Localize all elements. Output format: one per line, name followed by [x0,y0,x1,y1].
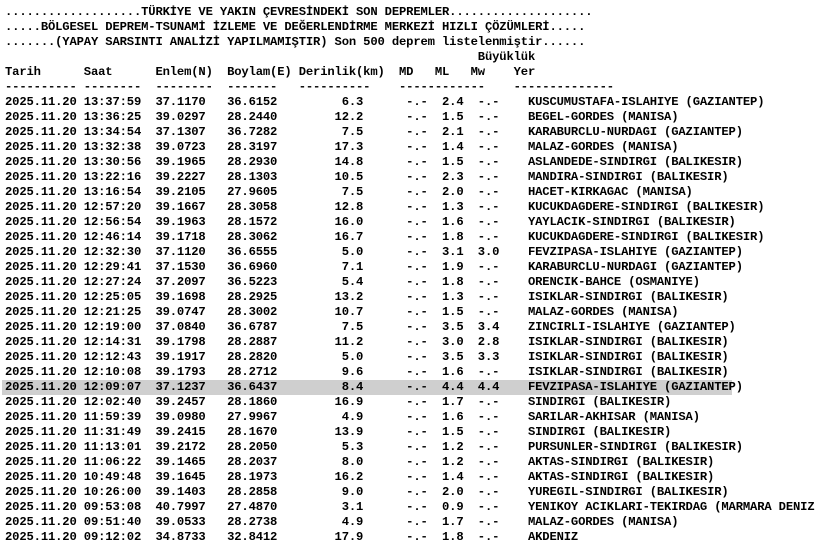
table-row: 2025.11.20 13:36:25 39.0297 28.2440 12.2… [5,110,679,124]
table-row: 2025.11.20 13:32:38 39.0723 28.3197 17.3… [5,140,679,154]
table-row: 2025.11.20 12:14:31 39.1798 28.2887 11.2… [5,335,729,349]
table-row: 2025.11.20 12:12:43 39.1917 28.2820 5.0 … [5,350,729,364]
header-title-line: ...................TÜRKİYE VE YAKIN ÇEVR… [5,5,593,19]
table-row: 2025.11.20 12:46:14 39.1718 28.3062 16.7… [5,230,765,244]
table-row: 2025.11.20 13:30:56 39.1965 28.2930 14.8… [5,155,743,169]
table-row: 2025.11.20 11:06:22 39.1465 28.2037 8.0 … [5,455,715,469]
table-row: 2025.11.20 12:02:40 39.2457 28.1860 16.9… [5,395,672,409]
table-row: 2025.11.20 13:37:59 37.1170 36.6152 6.3 … [5,95,765,109]
table-row: 2025.11.20 12:56:54 39.1963 28.1572 16.0… [5,215,736,229]
table-row: 2025.11.20 10:49:48 39.1645 28.1973 16.2… [5,470,715,484]
table-row: 2025.11.20 09:51:40 39.0533 28.2738 4.9 … [5,515,679,529]
table-row: 2025.11.20 11:13:01 39.2172 28.2050 5.3 … [5,440,743,454]
table-row: 2025.11.20 12:25:05 39.1698 28.2925 13.2… [5,290,729,304]
header-note-line: .......(YAPAY SARSINTI ANALİZİ YAPILMAMI… [5,35,586,49]
column-headers: Tarih Saat Enlem(N) Boylam(E) Derinlik(k… [5,65,536,79]
table-row: 2025.11.20 12:29:41 37.1530 36.6960 7.1 … [5,260,743,274]
table-row: 2025.11.20 12:21:25 39.0747 28.3002 10.7… [5,305,679,319]
table-row: 2025.11.20 13:22:16 39.2227 28.1303 10.5… [5,170,729,184]
table-row: 2025.11.20 11:31:49 39.2415 28.1670 13.9… [5,425,672,439]
table-row: 2025.11.20 12:32:30 37.1120 36.6555 5.0 … [5,245,743,259]
column-separator: ---------- -------- -------- ------- ---… [5,80,614,94]
table-row: 2025.11.20 11:59:39 39.0980 27.9967 4.9 … [5,410,700,424]
table-row: 2025.11.20 12:27:24 37.2097 36.5223 5.4 … [5,275,700,289]
table-row: 2025.11.20 12:10:08 39.1793 28.2712 9.6 … [5,365,729,379]
table-row: 2025.11.20 10:26:00 39.1403 28.2858 9.0 … [5,485,729,499]
earthquake-list-document: ...................TÜRKİYE VE YAKIN ÇEVR… [2,5,815,545]
header-center-line: .....BÖLGESEL DEPREM-TSUNAMİ İZLEME VE D… [5,20,586,34]
table-row: 2025.11.20 12:09:07 37.1237 36.6437 8.4 … [2,380,743,395]
earthquake-table-body: 2025.11.20 13:37:59 37.1170 36.6152 6.3 … [2,95,815,545]
table-row: 2025.11.20 09:12:02 34.8733 32.8412 17.9… [5,530,579,544]
magnitude-group-header: Büyüklük [5,50,536,64]
table-row: 2025.11.20 09:53:08 40.7997 27.4870 3.1 … [5,500,815,514]
table-row: 2025.11.20 12:19:00 37.0840 36.6787 7.5 … [5,320,736,334]
table-row: 2025.11.20 13:16:54 39.2105 27.9605 7.5 … [5,185,693,199]
table-row: 2025.11.20 12:57:20 39.1667 28.3058 12.8… [5,200,765,214]
table-row: 2025.11.20 13:34:54 37.1307 36.7282 7.5 … [5,125,743,139]
